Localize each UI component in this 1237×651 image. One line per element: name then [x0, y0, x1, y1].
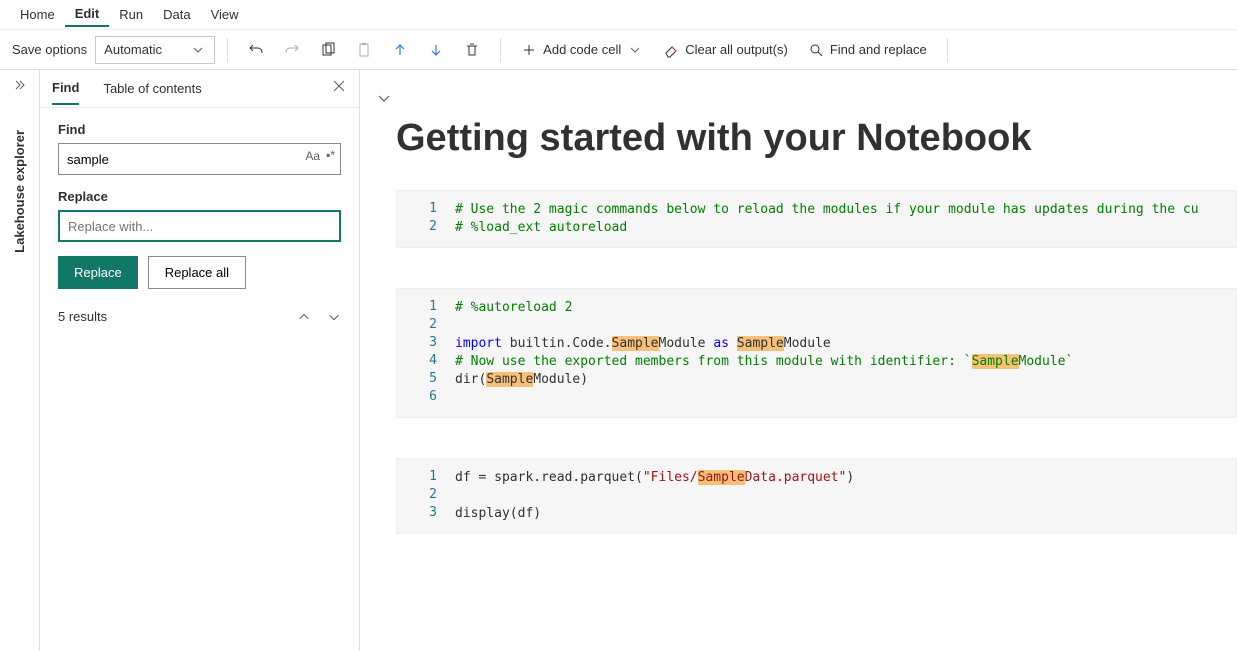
find-options: Aa ▪* [305, 149, 335, 163]
divider [500, 38, 501, 62]
eraser-icon [663, 42, 679, 58]
paste-button[interactable] [348, 35, 380, 65]
panel-tab-table-of-contents[interactable]: Table of contents [103, 73, 201, 104]
find-label: Find [58, 122, 341, 137]
results-count: 5 results [58, 309, 107, 324]
find-replace-button[interactable]: Find and replace [800, 35, 935, 65]
save-mode-value: Automatic [104, 42, 162, 57]
close-icon[interactable] [331, 78, 347, 94]
chevron-down-icon [190, 42, 206, 58]
delete-button[interactable] [456, 35, 488, 65]
line-gutter: 123456 [397, 289, 447, 417]
line-gutter: 12 [397, 191, 447, 247]
divider [947, 38, 948, 62]
find-replace-label: Find and replace [830, 42, 927, 57]
paste-icon [356, 42, 372, 58]
find-panel: Find Table of contents Find Aa ▪* Replace… [40, 70, 360, 651]
replace-label: Replace [58, 189, 341, 204]
replace-input[interactable] [58, 210, 341, 242]
add-code-cell-button[interactable]: Add code cell [513, 35, 651, 65]
lakehouse-explorer-tab[interactable]: Lakehouse explorer [12, 130, 27, 253]
results-row: 5 results [58, 309, 341, 324]
redo-icon [284, 42, 300, 58]
move-down-button[interactable] [420, 35, 452, 65]
plus-icon [521, 42, 537, 58]
save-options-label: Save options [8, 42, 91, 57]
save-mode-dropdown[interactable]: Automatic [95, 36, 215, 64]
menu-run[interactable]: Run [109, 3, 153, 26]
undo-icon [248, 42, 264, 58]
code-area[interactable]: # Use the 2 magic commands below to relo… [447, 191, 1236, 247]
double-chevron-right-icon [12, 77, 28, 93]
menu-view[interactable]: View [201, 3, 249, 26]
panel-body: Find Aa ▪* Replace Replace Replace all 5… [40, 108, 359, 338]
button-row: Replace Replace all [58, 256, 341, 289]
menu-data[interactable]: Data [153, 3, 200, 26]
prev-result-button[interactable] [297, 310, 311, 324]
main: Lakehouse explorer Find Table of contents… [0, 70, 1237, 651]
expand-rail-button[interactable] [0, 70, 39, 100]
add-code-cell-label: Add code cell [543, 42, 621, 57]
find-input[interactable] [58, 143, 341, 175]
page-title: Getting started with your Notebook [396, 117, 1237, 160]
search-icon [808, 42, 824, 58]
notebook-content: Getting started with your Notebook 12# U… [360, 70, 1237, 651]
clear-outputs-label: Clear all output(s) [685, 42, 788, 57]
left-rail: Lakehouse explorer [0, 70, 40, 651]
menu-home[interactable]: Home [10, 3, 65, 26]
arrow-down-icon [428, 42, 444, 58]
undo-button[interactable] [240, 35, 272, 65]
expand-cell-button[interactable] [376, 90, 392, 106]
redo-button[interactable] [276, 35, 308, 65]
clear-outputs-button[interactable]: Clear all output(s) [655, 35, 796, 65]
panel-tabs: Find Table of contents [40, 70, 359, 108]
arrow-up-icon [392, 42, 408, 58]
code-cell[interactable]: 12# Use the 2 magic commands below to re… [396, 190, 1237, 248]
divider [227, 38, 228, 62]
line-gutter: 123 [397, 459, 447, 533]
toolbar: Save options Automatic Add code cell Cle… [0, 30, 1237, 70]
code-cell[interactable]: 123456# %autoreload 2 import builtin.Cod… [396, 288, 1237, 418]
move-up-button[interactable] [384, 35, 416, 65]
code-area[interactable]: # %autoreload 2 import builtin.Code.Samp… [447, 289, 1236, 417]
regex-toggle[interactable]: ▪* [326, 148, 335, 162]
chevron-down-icon [627, 42, 643, 58]
trash-icon [464, 42, 480, 58]
menu-bar: HomeEditRunDataView [0, 0, 1237, 30]
find-input-wrap: Aa ▪* [58, 143, 341, 175]
replace-input-wrap [58, 210, 341, 242]
next-result-button[interactable] [327, 310, 341, 324]
menu-edit[interactable]: Edit [65, 2, 110, 27]
result-nav [297, 310, 341, 324]
match-case-toggle[interactable]: Aa [305, 149, 320, 163]
replace-all-button[interactable]: Replace all [148, 256, 246, 289]
code-area[interactable]: df = spark.read.parquet("Files/SampleDat… [447, 459, 1236, 533]
replace-button[interactable]: Replace [58, 256, 138, 289]
panel-tab-find[interactable]: Find [52, 72, 79, 105]
copy-icon [320, 42, 336, 58]
copy-button[interactable] [312, 35, 344, 65]
code-cell[interactable]: 123df = spark.read.parquet("Files/Sample… [396, 458, 1237, 534]
